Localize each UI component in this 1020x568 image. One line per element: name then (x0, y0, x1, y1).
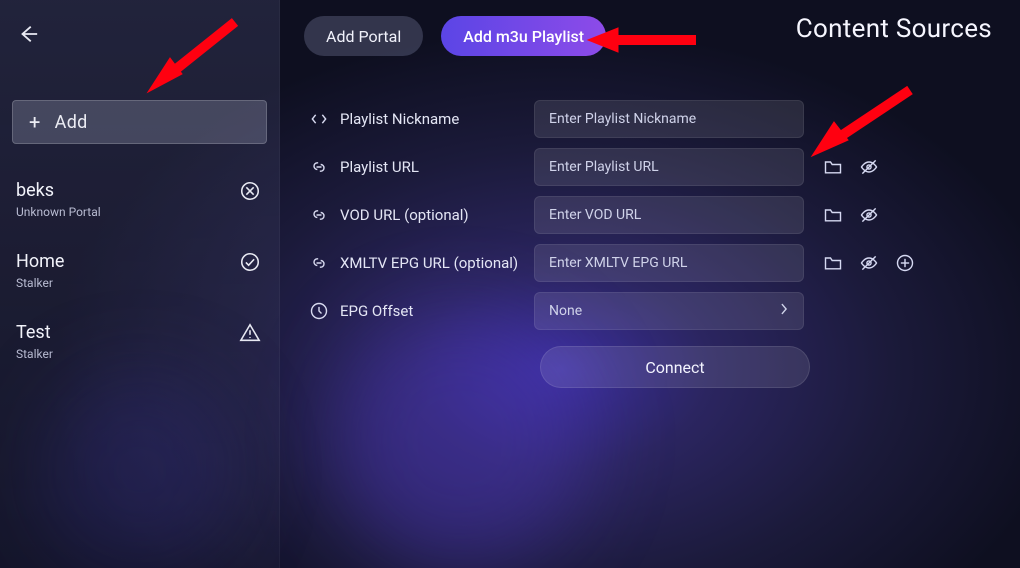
browse-folder-icon[interactable] (822, 252, 844, 274)
add-circle-icon[interactable] (894, 252, 916, 274)
sidebar-item-label: Test (16, 322, 263, 343)
m3u-form: Playlist Nickname Enter Playlist Nicknam… (304, 100, 996, 388)
label-epg-offset: EPG Offset (334, 302, 534, 320)
row-epg-url: XMLTV EPG URL (optional) Enter XMLTV EPG… (304, 244, 996, 282)
label-vod-url: VOD URL (optional) (334, 206, 534, 224)
add-source-button[interactable]: + Add (12, 100, 267, 144)
sidebar-item-sublabel: Stalker (16, 276, 263, 290)
add-source-label: Add (55, 112, 88, 133)
sidebar: + Add beks Unknown Portal Home Stalker T… (0, 0, 280, 568)
back-button[interactable] (12, 18, 44, 50)
row-playlist-url: Playlist URL Enter Playlist URL (304, 148, 996, 186)
sidebar-item-label: beks (16, 180, 263, 201)
browse-folder-icon[interactable] (822, 204, 844, 226)
visibility-off-icon[interactable] (858, 252, 880, 274)
select-epg-offset[interactable]: None (534, 292, 804, 330)
label-epg-url: XMLTV EPG URL (optional) (334, 254, 534, 272)
sidebar-item-label: Home (16, 251, 263, 272)
sidebar-item-sublabel: Stalker (16, 347, 263, 361)
sidebar-item-beks[interactable]: beks Unknown Portal (12, 174, 267, 233)
label-playlist-nickname: Playlist Nickname (334, 110, 534, 128)
status-ok-icon (239, 251, 261, 273)
status-error-icon (239, 180, 261, 202)
input-playlist-nickname[interactable]: Enter Playlist Nickname (534, 100, 804, 138)
label-playlist-url: Playlist URL (334, 158, 534, 176)
select-epg-offset-value: None (549, 303, 582, 319)
sidebar-item-sublabel: Unknown Portal (16, 205, 263, 219)
tab-add-m3u-playlist[interactable]: Add m3u Playlist (441, 16, 606, 56)
page-title: Content Sources (796, 14, 992, 44)
plus-icon: + (29, 112, 41, 132)
link-icon (304, 253, 334, 273)
status-warn-icon (239, 322, 261, 344)
expand-icon (304, 109, 334, 129)
chevron-right-icon (779, 302, 789, 320)
input-epg-url[interactable]: Enter XMLTV EPG URL (534, 244, 804, 282)
visibility-off-icon[interactable] (858, 156, 880, 178)
sidebar-item-home[interactable]: Home Stalker (12, 245, 267, 304)
row-playlist-nickname: Playlist Nickname Enter Playlist Nicknam… (304, 100, 996, 138)
input-playlist-url[interactable]: Enter Playlist URL (534, 148, 804, 186)
row-vod-url: VOD URL (optional) Enter VOD URL (304, 196, 996, 234)
tab-add-portal[interactable]: Add Portal (304, 16, 423, 56)
visibility-off-icon[interactable] (858, 204, 880, 226)
main: Content Sources Add Portal Add m3u Playl… (280, 0, 1020, 568)
clock-icon (304, 301, 334, 321)
input-vod-url[interactable]: Enter VOD URL (534, 196, 804, 234)
browse-folder-icon[interactable] (822, 156, 844, 178)
sidebar-item-test[interactable]: Test Stalker (12, 316, 267, 375)
link-icon (304, 205, 334, 225)
link-icon (304, 157, 334, 177)
row-epg-offset: EPG Offset None (304, 292, 996, 330)
connect-button[interactable]: Connect (540, 346, 810, 388)
arrow-left-icon (17, 23, 39, 45)
